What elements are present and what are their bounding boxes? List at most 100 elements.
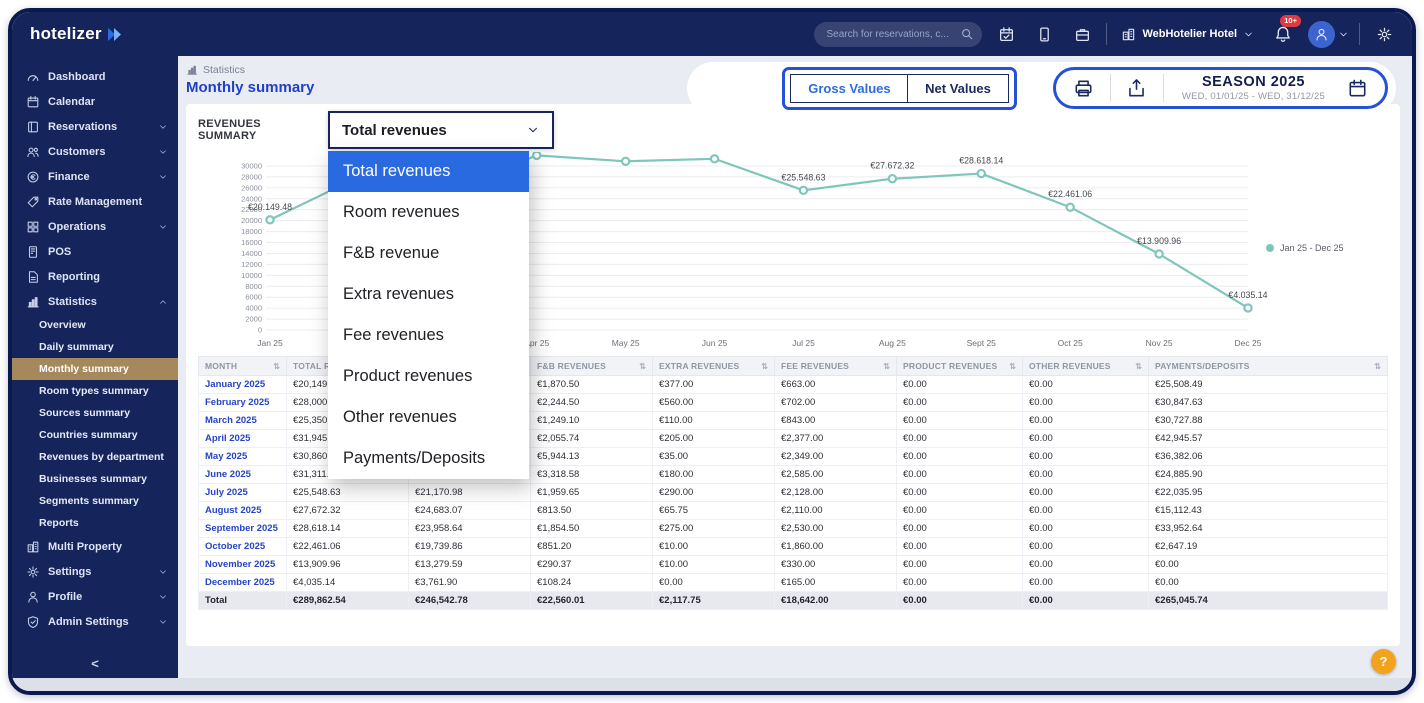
month-link[interactable]: October 2025 (199, 538, 287, 556)
help-button[interactable]: ? (1371, 649, 1396, 674)
sidebar-subitem-countries-summary[interactable]: Countries summary (12, 424, 178, 446)
sidebar-item-label: Settings (48, 566, 91, 578)
sidebar-item-operations[interactable]: Operations (12, 214, 178, 239)
sidebar-item-calendar[interactable]: Calendar (12, 89, 178, 114)
sidebar-item-rate-management[interactable]: Rate Management (12, 189, 178, 214)
settings-button[interactable] (1370, 20, 1398, 48)
sidebar-item-finance[interactable]: Finance (12, 164, 178, 189)
dropdown-option[interactable]: Payments/Deposits (328, 438, 529, 479)
chevron-down-icon (1338, 29, 1349, 40)
sidebar-subitem-overview[interactable]: Overview (12, 314, 178, 336)
hotel-selector[interactable]: WebHotelier Hotel (1117, 27, 1258, 42)
grid-icon (26, 220, 40, 234)
sidebar-item-multi-property[interactable]: Multi Property (12, 534, 178, 559)
season-selector[interactable]: SEASON 2025 WED, 01/01/25 - WED, 31/12/2… (1176, 74, 1331, 102)
month-link[interactable]: May 2025 (199, 448, 287, 466)
sort-icon[interactable]: ⇅ (761, 362, 768, 371)
column-header-label: PAYMENTS/DEPOSITS (1155, 361, 1250, 371)
revenue-type-dropdown-button[interactable]: Total revenues (328, 111, 554, 149)
column-header[interactable]: MONTH⇅ (199, 357, 287, 376)
table-cell: €19,739.86 (409, 538, 531, 556)
dropdown-option[interactable]: Total revenues (328, 151, 529, 192)
sidebar-subitem-monthly-summary[interactable]: Monthly summary (12, 358, 178, 380)
sidebar-item-customers[interactable]: Customers (12, 139, 178, 164)
sort-icon[interactable]: ⇅ (1135, 362, 1142, 371)
svg-text:30000: 30000 (241, 162, 262, 171)
gross-values-button[interactable]: Gross Values (790, 74, 908, 103)
sort-icon[interactable]: ⇅ (883, 362, 890, 371)
sidebar-item-label: POS (48, 246, 71, 258)
month-link[interactable]: September 2025 (199, 520, 287, 538)
app-window: hotelizer WebHotelier Hotel 10+ (8, 8, 1416, 695)
print-button[interactable] (1070, 74, 1098, 102)
svg-text:€25.548.63: €25.548.63 (781, 172, 825, 182)
sidebar-item-reservations[interactable]: Reservations (12, 114, 178, 139)
sidebar-item-label: Rate Management (48, 196, 142, 208)
date-picker-button[interactable] (1343, 74, 1371, 102)
month-link[interactable]: February 2025 (199, 394, 287, 412)
sidebar-item-profile[interactable]: Profile (12, 584, 178, 609)
user-menu[interactable] (1308, 21, 1349, 48)
column-header[interactable]: FEE REVENUES⇅ (775, 357, 897, 376)
dropdown-option[interactable]: Fee revenues (328, 315, 529, 356)
column-header[interactable]: EXTRA REVENUES⇅ (653, 357, 775, 376)
table-row: December 2025€4,035.14€3,761.90€108.24€0… (199, 574, 1388, 592)
search-icon[interactable] (960, 27, 974, 41)
sidebar-subitem-businesses-summary[interactable]: Businesses summary (12, 468, 178, 490)
export-button[interactable] (1123, 74, 1151, 102)
month-link[interactable]: January 2025 (199, 376, 287, 394)
dropdown-option[interactable]: Extra revenues (328, 274, 529, 315)
search-input[interactable] (814, 22, 982, 47)
column-header[interactable]: F&B REVENUES⇅ (531, 357, 653, 376)
sidebar-subitem-reports[interactable]: Reports (12, 512, 178, 534)
net-values-button[interactable]: Net Values (907, 74, 1009, 103)
sidebar-subitem-segments-summary[interactable]: Segments summary (12, 490, 178, 512)
sidebar-item-dashboard[interactable]: Dashboard (12, 64, 178, 89)
sort-icon[interactable]: ⇅ (1009, 362, 1016, 371)
briefcase-icon (1074, 26, 1091, 43)
sidebar-item-pos[interactable]: POS (12, 239, 178, 264)
device-button[interactable] (1030, 20, 1058, 48)
month-link[interactable]: April 2025 (199, 430, 287, 448)
sort-icon[interactable]: ⇅ (639, 362, 646, 371)
month-link[interactable]: March 2025 (199, 412, 287, 430)
dropdown-option[interactable]: Other revenues (328, 397, 529, 438)
table-cell: €5,944.13 (531, 448, 653, 466)
month-link[interactable]: June 2025 (199, 466, 287, 484)
table-cell: €30,727.88 (1149, 412, 1388, 430)
sidebar-subitem-room-types-summary[interactable]: Room types summary (12, 380, 178, 402)
export-icon (1126, 78, 1147, 99)
notifications-button[interactable]: 10+ (1268, 19, 1298, 49)
table-total-row: Total€289,862.54€246,542.78€22,560.01€2,… (199, 592, 1388, 610)
sidebar-item-admin-settings[interactable]: Admin Settings (12, 609, 178, 634)
sidebar-subitem-daily-summary[interactable]: Daily summary (12, 336, 178, 358)
work-button[interactable] (1068, 20, 1096, 48)
app-logo[interactable]: hotelizer (30, 24, 123, 44)
sidebar-item-settings[interactable]: Settings (12, 559, 178, 584)
table-cell: €0.00 (897, 448, 1023, 466)
month-link[interactable]: August 2025 (199, 502, 287, 520)
column-header[interactable]: PAYMENTS/DEPOSITS ⇅ (1149, 357, 1388, 376)
sidebar-subitem-sources-summary[interactable]: Sources summary (12, 402, 178, 424)
sort-icon[interactable]: ⇅ (1374, 362, 1381, 371)
column-header[interactable]: OTHER REVENUES⇅ (1023, 357, 1149, 376)
sidebar-collapse-button[interactable]: < (12, 648, 178, 678)
calendar-check-button[interactable] (992, 20, 1020, 48)
month-link[interactable]: December 2025 (199, 574, 287, 592)
sidebar-item-statistics[interactable]: Statistics (12, 289, 178, 314)
column-header[interactable]: PRODUCT REVENUES⇅ (897, 357, 1023, 376)
tag-icon (26, 195, 40, 209)
dropdown-option[interactable]: F&B revenue (328, 233, 529, 274)
sidebar-subitem-revenues-by-department[interactable]: Revenues by department (12, 446, 178, 468)
table-cell: €0.00 (897, 412, 1023, 430)
sort-icon[interactable]: ⇅ (273, 362, 280, 371)
month-link[interactable]: July 2025 (199, 484, 287, 502)
month-link[interactable]: November 2025 (199, 556, 287, 574)
table-cell: €0.00 (897, 574, 1023, 592)
dropdown-option[interactable]: Product revenues (328, 356, 529, 397)
table-cell: Total (199, 592, 287, 610)
sidebar-item-reporting[interactable]: Reporting (12, 264, 178, 289)
table-cell: €0.00 (1023, 574, 1149, 592)
table-row: September 2025€28,618.14€23,958.64€1,854… (199, 520, 1388, 538)
dropdown-option[interactable]: Room revenues (328, 192, 529, 233)
